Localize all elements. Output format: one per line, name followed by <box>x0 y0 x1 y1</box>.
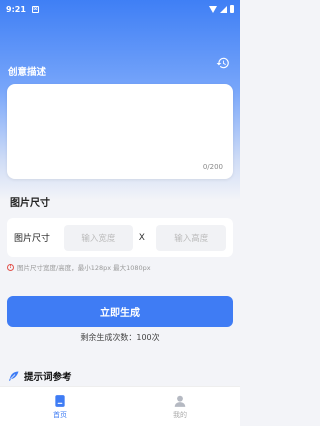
creative-description-input[interactable] <box>7 84 233 179</box>
battery-icon <box>230 5 234 13</box>
width-input[interactable]: 输入宽度 <box>63 224 134 251</box>
signal-icon <box>220 5 227 13</box>
size-label: 图片尺寸 <box>14 234 51 244</box>
user-icon <box>174 395 186 407</box>
prompt-reference[interactable]: 提示词参考 <box>8 369 72 383</box>
generate-button[interactable]: 立即生成 <box>7 296 233 327</box>
bottom-tabbar: 首页 我的 <box>0 386 240 426</box>
size-card: 图片尺寸 输入宽度 X 输入高度 <box>7 218 233 257</box>
height-input[interactable]: 输入高度 <box>156 224 227 251</box>
size-hint: ! 图片尺寸宽度/高度，最小128px 最大1080px <box>7 262 151 272</box>
status-icons <box>209 5 234 13</box>
creative-description-card: 0/200 <box>7 84 233 179</box>
history-icon[interactable] <box>216 56 230 70</box>
size-hint-text: 图片尺寸宽度/高度，最小128px 最大1080px <box>17 264 151 272</box>
char-count: 0/200 <box>202 163 223 171</box>
tab-home-label: 首页 <box>53 410 67 419</box>
prompt-reference-label: 提示词参考 <box>24 372 72 383</box>
status-time: 9:21 <box>6 4 26 14</box>
feather-icon <box>9 371 19 381</box>
status-bar: 9:21 ⊠ <box>0 0 240 18</box>
tab-mine[interactable]: 我的 <box>120 387 240 426</box>
wifi-icon <box>209 5 217 13</box>
remaining-count: 剩余生成次数：100次 <box>80 333 160 342</box>
tab-home[interactable]: 首页 <box>0 387 120 426</box>
size-section-title: 图片尺寸 <box>10 198 50 209</box>
home-icon <box>55 394 65 407</box>
creative-title: 创意描述 <box>8 67 47 78</box>
tab-mine-label: 我的 <box>173 410 187 419</box>
warning-icon: ! <box>7 263 14 271</box>
size-separator: X <box>138 232 145 243</box>
notification-icon: ⊠ <box>31 5 39 13</box>
